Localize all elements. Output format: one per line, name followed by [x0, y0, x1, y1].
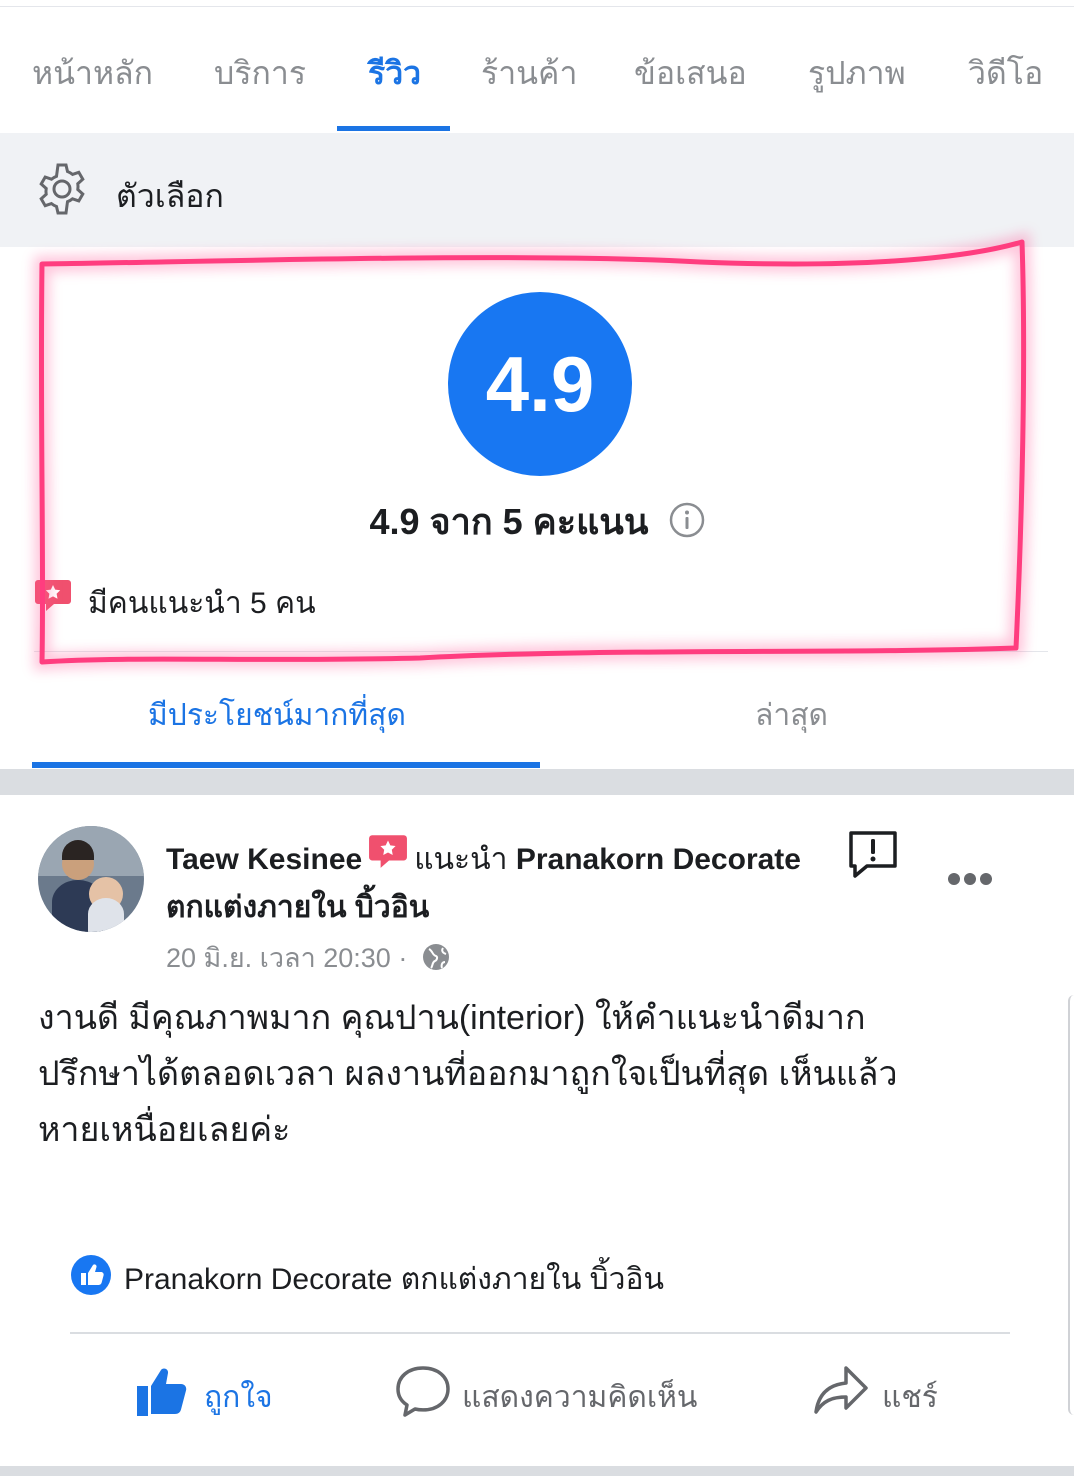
sort-tab-latest[interactable]: ล่าสุด	[755, 692, 828, 739]
tab-shop[interactable]: ร้านค้า	[481, 48, 577, 99]
like-label: ถูกใจ	[204, 1381, 273, 1414]
recommend-star-icon	[35, 580, 71, 611]
recommend-count-text: มีคนแนะนำ 5 คน	[88, 587, 316, 620]
review-text-line: ปรึกษาได้ตลอดเวลา ผลงานที่ออกมาถูกใจเป็น…	[38, 1055, 898, 1093]
rating-score: 4.9	[485, 339, 595, 428]
rating-summary: 4.9 จาก 5 คะแนน	[369, 501, 649, 542]
tab-offers[interactable]: ข้อเสนอ	[634, 48, 747, 99]
review-meta: 20 มิ.ย. เวลา 20:30 ·	[166, 936, 451, 979]
options-bar[interactable]: ตัวเลือก	[0, 133, 1074, 247]
recommend-star-icon	[369, 835, 408, 868]
like-reaction-icon	[71, 1255, 111, 1295]
divider	[70, 1332, 1010, 1334]
review-text-line: งานดี มีคุณภาพมาก คุณปาน(interior) ให้คำ…	[38, 999, 866, 1037]
review-text: งานดี มีคุณภาพมาก คุณปาน(interior) ให้คำ…	[38, 990, 1038, 1158]
comment-icon	[396, 1366, 450, 1417]
meta-separator: ·	[398, 943, 408, 973]
share-label: แชร์	[882, 1381, 938, 1414]
tab-home[interactable]: หน้าหลัก	[32, 48, 153, 99]
review-verb: แนะนำ	[414, 843, 508, 876]
thumbs-up-icon	[137, 1368, 187, 1416]
rating-score-circle: 4.9	[448, 292, 632, 476]
adjacent-card-edge	[1068, 995, 1074, 1415]
sort-tab-most-helpful[interactable]: มีประโยชน์มากที่สุด	[148, 692, 406, 739]
rating-summary-row: 4.9 จาก 5 คะแนน	[0, 493, 1074, 550]
tab-reviews[interactable]: รีวิว	[368, 48, 421, 99]
divider	[34, 651, 1048, 652]
sort-tab-indicator	[32, 762, 540, 768]
more-options-icon[interactable]	[946, 868, 994, 890]
tab-videos[interactable]: วิดีโอ	[968, 48, 1043, 99]
comment-label: แสดงความคิดเห็น	[462, 1381, 698, 1414]
review-header: Taew Kesinee แนะนำ Pranakorn Decorate ตก…	[166, 835, 806, 932]
gear-icon	[39, 163, 85, 215]
avatar[interactable]	[38, 826, 144, 932]
page-tabs: หน้าหลัก บริการ รีวิว ร้านค้า ข้อเสนอ รู…	[0, 8, 1074, 132]
info-icon[interactable]	[669, 502, 705, 538]
tab-services[interactable]: บริการ	[214, 48, 306, 99]
share-arrow-icon	[814, 1366, 868, 1414]
top-border	[0, 0, 1074, 7]
like-summary-text: Pranakorn Decorate ตกแต่งภายใน บิ้วอิน	[124, 1263, 665, 1296]
active-tab-indicator	[337, 126, 450, 131]
section-divider	[0, 1466, 1074, 1476]
report-icon[interactable]	[846, 828, 900, 882]
section-divider	[0, 769, 1074, 795]
review-timestamp[interactable]: 20 มิ.ย. เวลา 20:30	[166, 943, 391, 973]
globe-icon	[422, 943, 449, 970]
review-text-line: หายเหนื่อยเลยค่ะ	[38, 1111, 291, 1149]
options-label: ตัวเลือก	[116, 178, 224, 214]
review-author[interactable]: Taew Kesinee	[166, 843, 362, 876]
tab-photos[interactable]: รูปภาพ	[808, 48, 906, 99]
